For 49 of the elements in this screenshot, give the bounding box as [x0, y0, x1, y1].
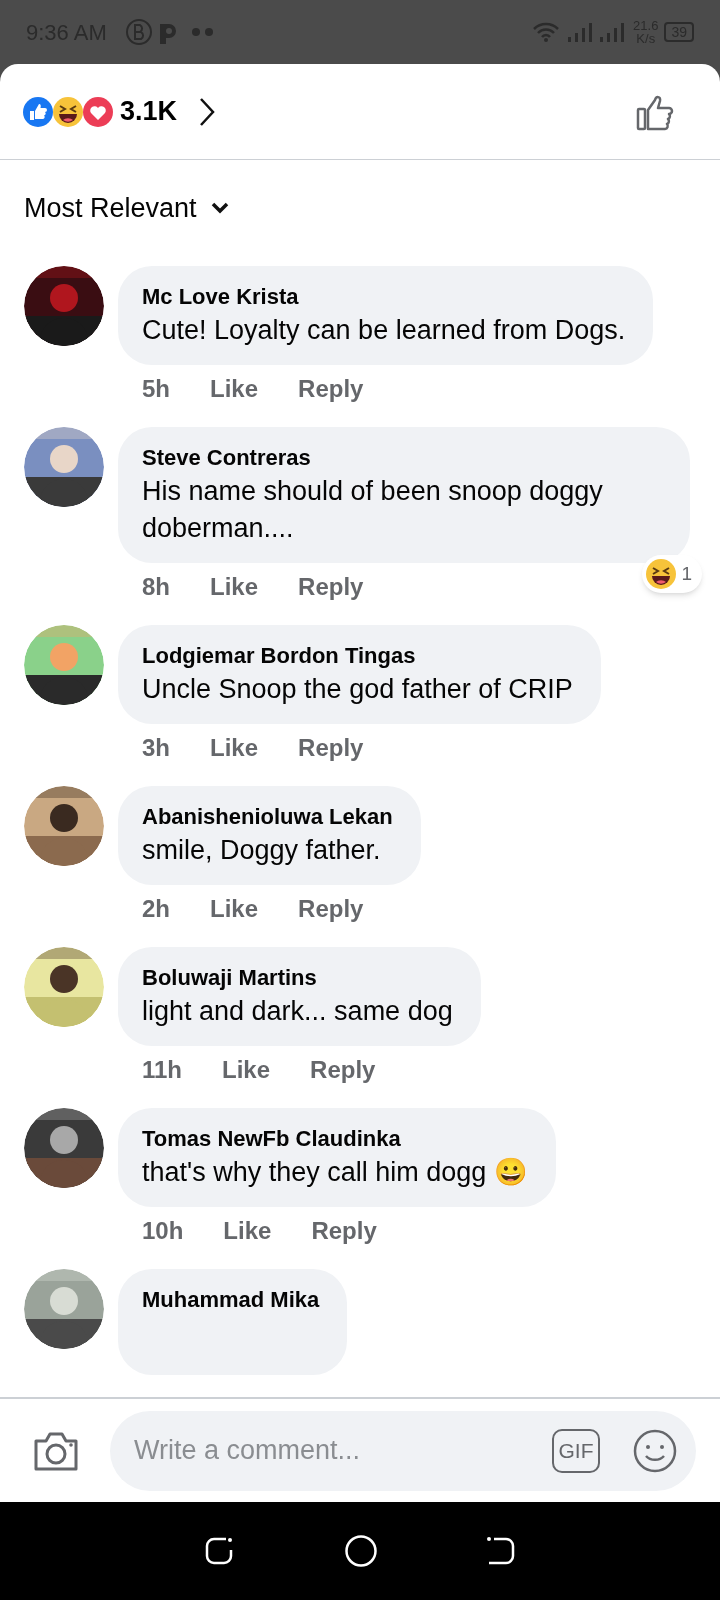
comment-author[interactable]: Mc Love Krista: [142, 282, 626, 312]
laughing-emoji-icon: [52, 95, 84, 128]
comment-author[interactable]: Steve Contreras: [142, 443, 662, 473]
home-icon[interactable]: [344, 1534, 378, 1568]
comment-time: 8h: [142, 572, 170, 602]
like-reaction-icon: [22, 95, 54, 128]
reply-link[interactable]: Reply: [298, 373, 364, 405]
laughing-emoji-icon: [645, 558, 678, 590]
comment-time: 11h: [142, 1055, 183, 1085]
emoji-icon[interactable]: [632, 1427, 678, 1474]
comment-input-field[interactable]: Write a comment... GIF: [110, 1410, 696, 1491]
comment-text: smile, Doggy father.: [142, 834, 382, 867]
comment-text: His name should of been snoop doggy doberman....: [142, 475, 604, 545]
reaction-count: 1: [681, 561, 692, 586]
comment-text: that's why they call him dogg 😀: [142, 1156, 528, 1189]
like-link[interactable]: Like: [223, 1215, 272, 1247]
dots-icon: [190, 27, 215, 37]
reply-link[interactable]: Reply: [310, 1054, 376, 1086]
comment-text: light and dark... same dog: [142, 995, 453, 1028]
reply-link[interactable]: Reply: [298, 571, 364, 603]
like-link[interactable]: Like: [210, 571, 259, 603]
comment-time: 5h: [142, 374, 170, 404]
reply-link[interactable]: Reply: [298, 893, 364, 925]
comment-author[interactable]: Muhammad Mika: [142, 1285, 320, 1315]
reaction-count[interactable]: 3.1K: [120, 91, 178, 132]
comment-author[interactable]: Abanishenioluwa Lekan: [142, 802, 393, 832]
comment-text: Uncle Snoop the god father of CRIP: [142, 673, 573, 706]
wifi-icon: [533, 21, 560, 43]
circle-logo-icon: [124, 18, 153, 46]
heart-reaction-icon: [82, 95, 114, 128]
like-link[interactable]: Like: [210, 373, 259, 405]
comment-author[interactable]: Boluwaji Martins: [142, 963, 453, 993]
comment-author[interactable]: Lodgiemar Bordon Tingas: [142, 641, 573, 671]
comment-time: 10h: [142, 1216, 184, 1246]
comment-time: 2h: [142, 894, 170, 924]
comment-time: 3h: [142, 733, 170, 763]
chevron-right-icon[interactable]: [199, 96, 216, 127]
comment-author[interactable]: Tomas NewFb Claudinka: [142, 1124, 528, 1154]
reply-link[interactable]: Reply: [311, 1215, 377, 1247]
back-icon[interactable]: [486, 1536, 516, 1566]
like-link[interactable]: Like: [210, 893, 259, 925]
reaction-badge[interactable]: 1: [642, 555, 702, 593]
sort-label[interactable]: Most Relevant: [24, 187, 197, 229]
gif-button[interactable]: GIF: [552, 1428, 600, 1473]
comment-text: Cute! Loyalty can be learned from Dogs.: [142, 314, 626, 347]
like-link[interactable]: Like: [222, 1054, 271, 1086]
like-link[interactable]: Like: [210, 732, 259, 764]
chevron-down-icon[interactable]: [210, 202, 229, 214]
reply-link[interactable]: Reply: [298, 732, 364, 764]
